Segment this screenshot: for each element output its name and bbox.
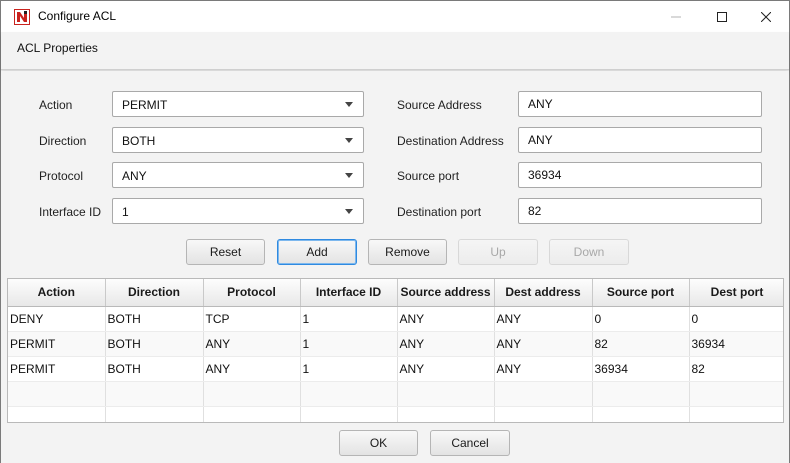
column-header-protocol[interactable]: Protocol xyxy=(203,279,301,307)
app-logo-icon xyxy=(14,9,30,25)
table-header-row: Action Direction Protocol Interface ID S… xyxy=(8,279,783,307)
table-row-empty xyxy=(8,381,783,407)
chevron-down-icon xyxy=(345,138,353,143)
table-cell: ANY xyxy=(494,356,593,382)
direction-value: BOTH xyxy=(122,134,156,148)
direction-label: Direction xyxy=(39,134,87,148)
table-cell: 1 xyxy=(300,356,398,382)
remove-button[interactable]: Remove xyxy=(368,239,447,265)
table-cell: DENY xyxy=(8,306,106,332)
chevron-down-icon xyxy=(345,209,353,214)
down-button[interactable]: Down xyxy=(549,239,629,265)
direction-select[interactable]: BOTH xyxy=(112,127,364,153)
source-port-field[interactable] xyxy=(518,162,762,188)
table-cell: ANY xyxy=(203,356,301,382)
table-cell: TCP xyxy=(203,306,301,332)
interface-id-select[interactable]: 1 xyxy=(112,198,364,224)
minimize-button[interactable] xyxy=(653,1,699,32)
table-cell: 82 xyxy=(592,331,690,357)
table-cell: 82 xyxy=(689,356,783,382)
table-cell: ANY xyxy=(494,306,593,332)
table-cell: BOTH xyxy=(105,306,204,332)
close-icon xyxy=(761,11,771,22)
table-row[interactable]: DENY BOTH TCP 1 ANY ANY 0 0 xyxy=(8,306,783,332)
table-cell: BOTH xyxy=(105,331,204,357)
column-header-dest-port[interactable]: Dest port xyxy=(689,279,783,307)
destination-port-field[interactable] xyxy=(518,198,762,224)
ok-button[interactable]: OK xyxy=(339,430,418,456)
table-cell: 0 xyxy=(592,306,690,332)
title-bar[interactable]: Configure ACL xyxy=(1,1,789,32)
protocol-select[interactable]: ANY xyxy=(112,162,364,188)
acl-form: Action PERMIT Direction BOTH Protocol AN… xyxy=(1,71,789,276)
table-cell: PERMIT xyxy=(8,356,106,382)
configure-acl-window: Configure ACL ACL Properties Action PERM… xyxy=(0,0,790,463)
close-button[interactable] xyxy=(743,1,789,32)
table-cell: PERMIT xyxy=(8,331,106,357)
action-value: PERMIT xyxy=(122,98,168,112)
maximize-button[interactable] xyxy=(699,1,745,32)
dialog-footer: OK Cancel xyxy=(1,423,789,463)
table-cell: ANY xyxy=(494,331,593,357)
table-cell: ANY xyxy=(397,306,495,332)
destination-port-label: Destination port xyxy=(397,205,482,219)
column-header-dest-address[interactable]: Dest address xyxy=(494,279,593,307)
column-header-interface-id[interactable]: Interface ID xyxy=(300,279,398,307)
chevron-down-icon xyxy=(345,102,353,107)
column-header-action[interactable]: Action xyxy=(8,279,106,307)
destination-address-label: Destination Address xyxy=(397,134,504,148)
menu-acl-properties[interactable]: ACL Properties xyxy=(17,41,98,55)
protocol-value: ANY xyxy=(122,169,147,183)
action-label: Action xyxy=(39,98,73,112)
interface-id-value: 1 xyxy=(122,205,129,219)
table-cell: BOTH xyxy=(105,356,204,382)
reset-button[interactable]: Reset xyxy=(186,239,265,265)
source-port-label: Source port xyxy=(397,169,460,183)
add-button[interactable]: Add xyxy=(277,239,357,265)
table-row-empty xyxy=(8,406,783,422)
table-cell: 36934 xyxy=(592,356,690,382)
minimize-icon xyxy=(671,16,681,17)
table-cell: 1 xyxy=(300,306,398,332)
menu-bar: ACL Properties xyxy=(1,32,789,70)
table-row[interactable]: PERMIT BOTH ANY 1 ANY ANY 82 36934 xyxy=(8,331,783,357)
up-button[interactable]: Up xyxy=(458,239,538,265)
chevron-down-icon xyxy=(345,173,353,178)
table-cell: ANY xyxy=(397,356,495,382)
interface-id-label: Interface ID xyxy=(39,205,102,219)
source-address-field[interactable] xyxy=(518,91,762,117)
acl-rules-table[interactable]: Action Direction Protocol Interface ID S… xyxy=(7,278,784,423)
column-header-source-port[interactable]: Source port xyxy=(592,279,690,307)
action-select[interactable]: PERMIT xyxy=(112,91,364,117)
window-title: Configure ACL xyxy=(38,9,117,23)
protocol-label: Protocol xyxy=(39,169,84,183)
table-cell: 1 xyxy=(300,331,398,357)
table-row[interactable]: PERMIT BOTH ANY 1 ANY ANY 36934 82 xyxy=(8,356,783,382)
table-cell: 0 xyxy=(689,306,783,332)
table-cell: ANY xyxy=(397,331,495,357)
destination-address-field[interactable] xyxy=(518,127,762,153)
table-cell: 36934 xyxy=(689,331,783,357)
cancel-button[interactable]: Cancel xyxy=(430,430,510,456)
maximize-icon xyxy=(717,11,727,22)
source-address-label: Source Address xyxy=(397,98,482,112)
table-cell: ANY xyxy=(203,331,301,357)
column-header-source-address[interactable]: Source address xyxy=(397,279,495,307)
column-header-direction[interactable]: Direction xyxy=(105,279,204,307)
